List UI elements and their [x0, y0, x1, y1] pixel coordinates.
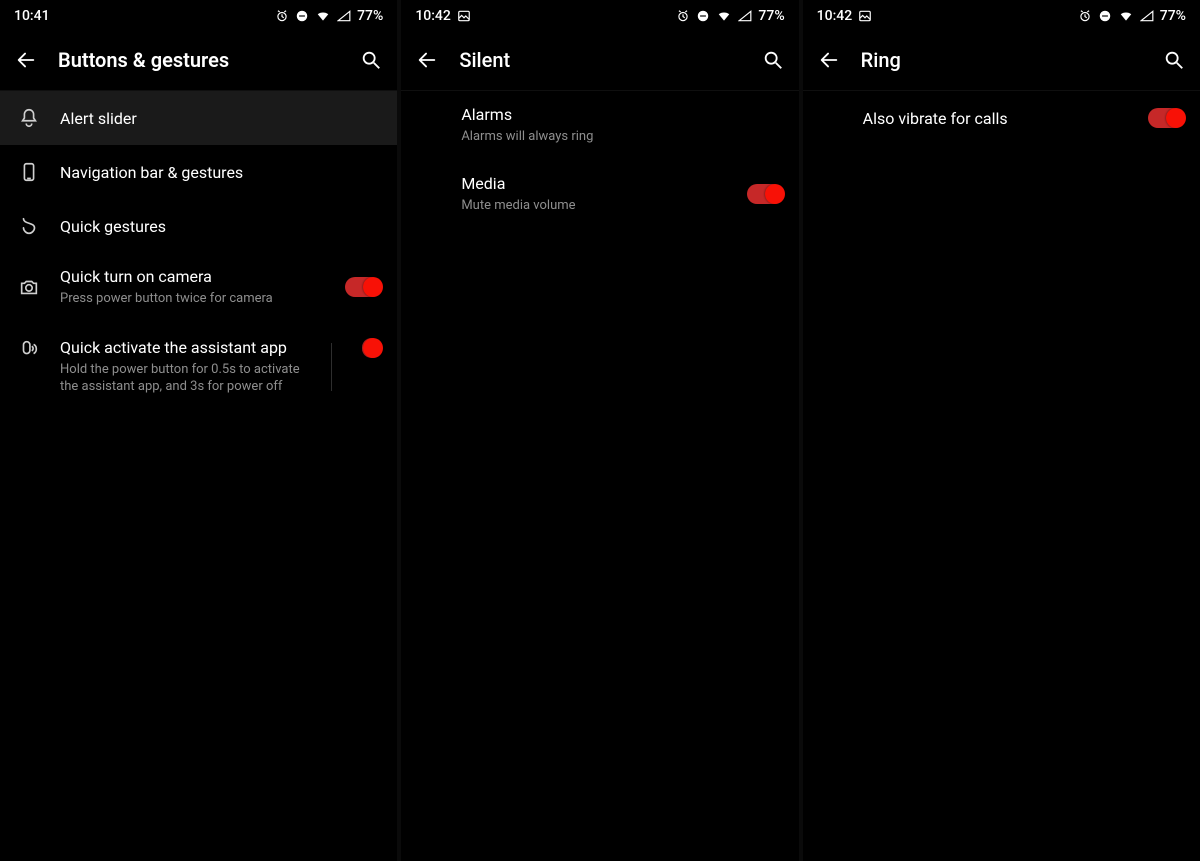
status-battery: 77% — [758, 8, 784, 24]
screen-buttons-gestures: 10:41 77% Butto — [0, 0, 397, 861]
row-label: Alert slider — [60, 109, 381, 128]
back-button[interactable] — [14, 48, 38, 72]
alarm-icon — [275, 9, 289, 23]
wifi-icon — [716, 9, 732, 23]
status-bar: 10:42 77% — [401, 0, 798, 30]
back-button[interactable] — [817, 48, 841, 72]
dnd-icon — [1098, 9, 1112, 23]
row-alarms[interactable]: Alarms Alarms will always ring — [401, 91, 798, 160]
settings-list: Alert slider Navigation bar & gestures Q… — [0, 91, 397, 412]
back-button[interactable] — [415, 48, 439, 72]
row-sub: Hold the power button for 0.5s to activa… — [60, 361, 313, 396]
status-bar: 10:42 77% — [803, 0, 1200, 30]
status-time: 10:42 — [817, 8, 853, 24]
status-bar: 10:41 77% — [0, 0, 397, 30]
screen-ring: 10:42 77% Ring — [803, 0, 1200, 861]
cell-signal-icon — [337, 9, 351, 23]
settings-list: Alarms Alarms will always ring Media Mut… — [401, 91, 798, 228]
page-header: Buttons & gestures — [0, 30, 397, 91]
cell-signal-icon — [738, 9, 752, 23]
row-media[interactable]: Media Mute media volume — [401, 160, 798, 229]
image-notif-icon — [858, 9, 872, 23]
page-header: Silent — [401, 30, 798, 91]
row-alert-slider[interactable]: Alert slider — [0, 91, 397, 145]
image-notif-icon — [457, 9, 471, 23]
gesture-icon — [16, 215, 42, 237]
toggle-also-vibrate[interactable] — [1148, 108, 1184, 128]
page-title: Buttons & gestures — [58, 48, 339, 72]
toggle-quick-camera[interactable] — [345, 277, 381, 297]
row-sub: Mute media volume — [461, 197, 728, 215]
status-time: 10:41 — [14, 8, 50, 24]
bell-slider-icon — [16, 107, 42, 129]
settings-list: Also vibrate for calls — [803, 91, 1200, 145]
row-label: Media — [461, 174, 728, 193]
page-title: Silent — [459, 48, 740, 72]
screenshot-triptych: 10:41 77% Butto — [0, 0, 1200, 861]
camera-icon — [16, 276, 42, 298]
row-label: Alarms — [461, 105, 782, 124]
row-quick-assistant[interactable]: Quick activate the assistant app Hold th… — [0, 322, 397, 412]
row-quick-gestures[interactable]: Quick gestures — [0, 199, 397, 253]
phone-rect-icon — [16, 161, 42, 183]
search-button[interactable] — [761, 48, 785, 72]
row-nav-bar-gestures[interactable]: Navigation bar & gestures — [0, 145, 397, 199]
row-quick-camera[interactable]: Quick turn on camera Press power button … — [0, 253, 397, 322]
dnd-icon — [295, 9, 309, 23]
wifi-icon — [315, 9, 331, 23]
row-label: Also vibrate for calls — [863, 109, 1130, 128]
row-label: Quick activate the assistant app — [60, 338, 313, 357]
status-time: 10:42 — [415, 8, 451, 24]
status-battery: 77% — [357, 8, 383, 24]
row-label: Quick turn on camera — [60, 267, 327, 286]
row-sub: Press power button twice for camera — [60, 290, 327, 308]
screen-silent: 10:42 77% Silent — [401, 0, 798, 861]
row-sub: Alarms will always ring — [461, 128, 782, 146]
wifi-icon — [1118, 9, 1134, 23]
row-label: Quick gestures — [60, 217, 381, 236]
search-button[interactable] — [359, 48, 383, 72]
search-button[interactable] — [1162, 48, 1186, 72]
row-divider — [331, 343, 332, 391]
toggle-media-mute[interactable] — [747, 184, 783, 204]
row-label: Navigation bar & gestures — [60, 163, 381, 182]
page-title: Ring — [861, 48, 1142, 72]
assistant-icon — [16, 338, 42, 360]
row-also-vibrate[interactable]: Also vibrate for calls — [803, 91, 1200, 145]
status-battery: 77% — [1160, 8, 1186, 24]
alarm-icon — [676, 9, 690, 23]
alarm-icon — [1078, 9, 1092, 23]
dnd-icon — [696, 9, 710, 23]
cell-signal-icon — [1140, 9, 1154, 23]
toggle-quick-assistant[interactable] — [362, 338, 382, 358]
page-header: Ring — [803, 30, 1200, 91]
